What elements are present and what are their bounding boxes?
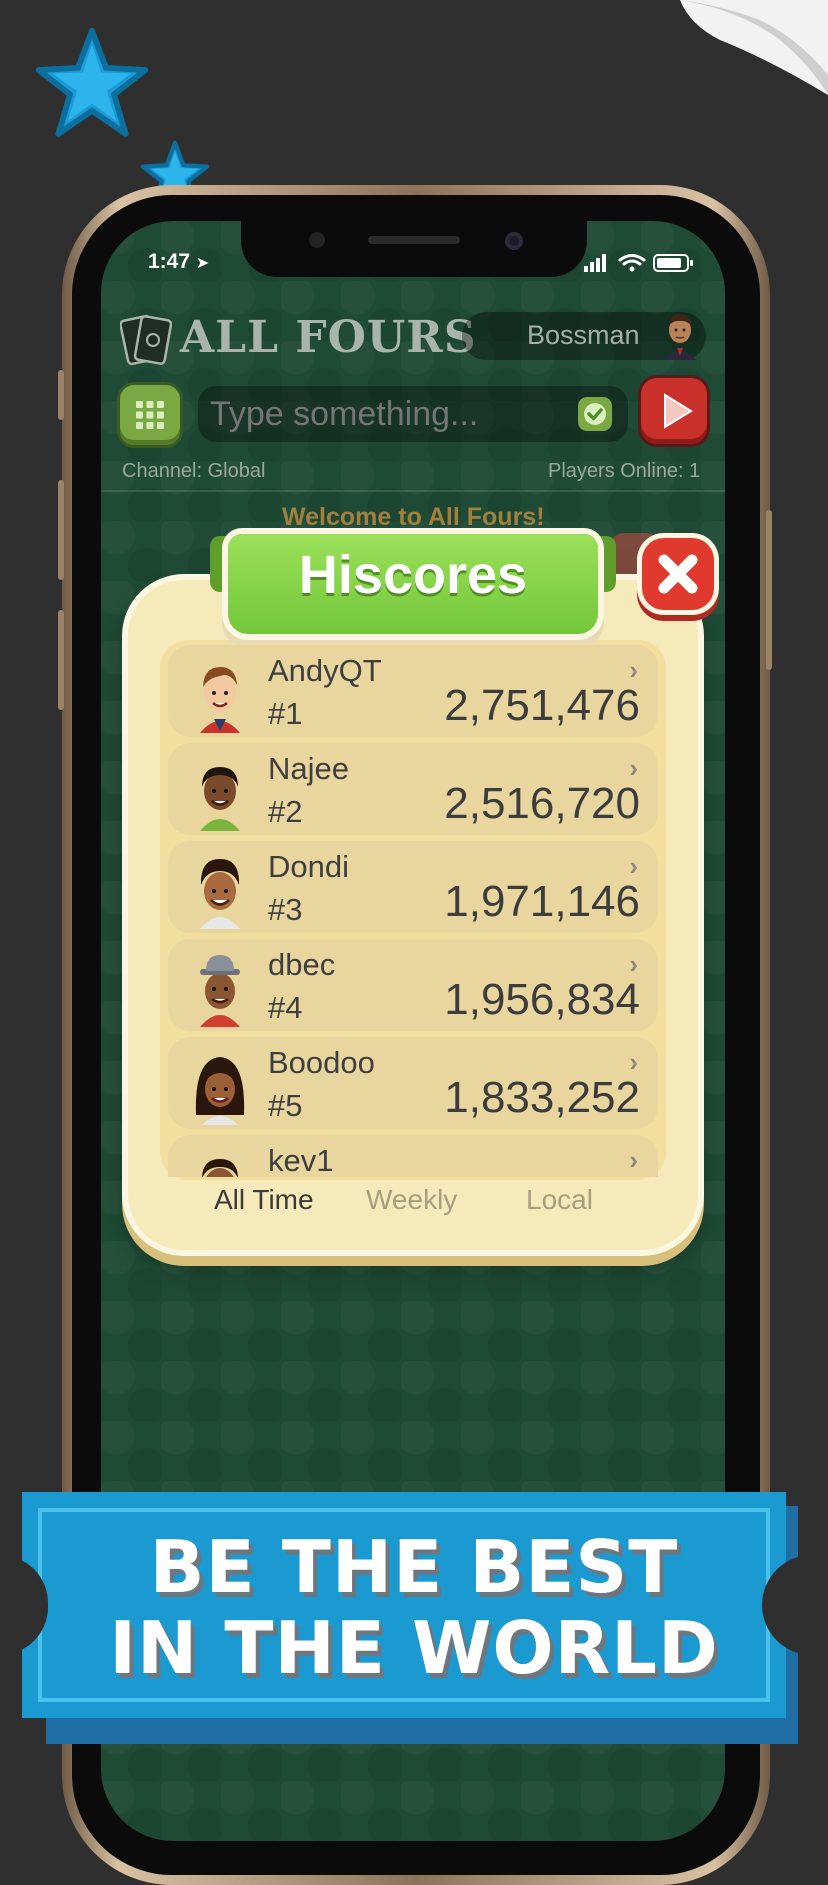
player-name: Najee — [268, 751, 349, 786]
hiscore-row[interactable]: Boodoo #5 1,833,252 › — [168, 1037, 658, 1129]
star-icon — [35, 27, 149, 137]
welcome-message: Welcome to All Fours! — [282, 503, 545, 531]
chevron-right-icon: › — [629, 753, 638, 783]
tab-local[interactable]: Local — [526, 1184, 593, 1216]
player-score: 1,833,252 — [444, 1073, 640, 1122]
wifi-icon — [618, 254, 646, 266]
play-icon — [664, 393, 693, 429]
hiscore-row[interactable]: Najee #2 2,516,720 › — [168, 743, 658, 835]
chevron-right-icon: › — [629, 949, 638, 979]
player-name: AndyQT — [268, 653, 382, 688]
hiscores-list[interactable]: AndyQT #1 2,751,476 › Najee #2 2,516,720… — [168, 645, 660, 1177]
checkmark-icon — [584, 403, 606, 425]
phone-side-button — [766, 510, 772, 670]
player-score: 1,971,146 — [444, 877, 640, 926]
player-name: kev1 — [268, 1143, 334, 1177]
chevron-right-icon: › — [629, 851, 638, 881]
username: Bossman — [527, 320, 640, 350]
player-rank: #4 — [268, 990, 303, 1025]
player-score: 2,516,720 — [444, 779, 640, 828]
speaker-grille — [368, 236, 460, 244]
phone-notch — [241, 221, 587, 277]
chat-input[interactable] — [198, 386, 628, 442]
signal-icon — [584, 254, 606, 272]
channel-label: Channel: Global — [122, 460, 266, 482]
send-button[interactable] — [641, 378, 707, 444]
player-score: 1,956,834 — [444, 975, 640, 1024]
player-name: Dondi — [268, 849, 349, 884]
hiscore-row[interactable]: kev1 › — [168, 1135, 658, 1177]
player-avatar-icon — [195, 1057, 245, 1125]
menu-grid-button[interactable] — [120, 385, 180, 445]
app-title: ALL FOURS — [180, 312, 477, 363]
close-icon[interactable] — [642, 538, 714, 610]
check-toggle[interactable] — [578, 397, 612, 431]
player-avatar-icon — [200, 767, 240, 831]
phone-side-button — [58, 370, 64, 420]
battery-icon — [653, 254, 693, 272]
player-rank: #5 — [268, 1088, 303, 1123]
cards-logo-icon — [120, 314, 172, 366]
status-icons — [584, 252, 696, 279]
hiscores-title: Hiscores — [298, 545, 528, 605]
chevron-right-icon: › — [629, 655, 638, 685]
hiscore-row[interactable]: Dondi #3 1,971,146 › — [168, 841, 658, 933]
players-online-label: Players Online: 1 — [548, 460, 701, 482]
player-rank: #2 — [268, 794, 303, 829]
player-avatar-icon — [200, 955, 240, 1027]
phone-side-button — [58, 480, 64, 580]
chevron-right-icon: › — [629, 1047, 638, 1077]
hiscore-row[interactable]: dbec #4 1,956,834 › — [168, 939, 658, 1031]
tab-weekly[interactable]: Weekly — [366, 1184, 457, 1216]
banner-headline-line1: BE THE BEST — [149, 1525, 679, 1609]
hiscore-row[interactable]: AndyQT #1 2,751,476 › — [168, 645, 658, 737]
player-rank: #1 — [268, 696, 303, 731]
divider — [101, 490, 725, 492]
player-score: 2,751,476 — [444, 681, 640, 730]
tab-all-time[interactable]: All Time — [214, 1184, 314, 1216]
player-name: Boodoo — [268, 1045, 375, 1080]
player-avatar-icon — [200, 859, 240, 929]
grid-icon — [136, 401, 164, 429]
player-avatar-icon — [200, 667, 240, 733]
chevron-right-icon: › — [629, 1145, 638, 1175]
player-name: dbec — [268, 947, 336, 982]
phone-side-button — [58, 610, 64, 710]
user-avatar-icon[interactable] — [660, 308, 700, 360]
banner-headline-line2: IN THE WORLD — [109, 1606, 719, 1690]
camera-icon — [505, 232, 523, 250]
sensor-dot — [309, 232, 325, 248]
status-time: 1:47 ➤ — [148, 250, 210, 273]
player-avatar-icon — [202, 1159, 238, 1177]
player-rank: #3 — [268, 892, 303, 927]
hiscores-tabs: All Time Weekly Local — [180, 1184, 640, 1224]
page-curl-decoration — [680, 0, 828, 95]
